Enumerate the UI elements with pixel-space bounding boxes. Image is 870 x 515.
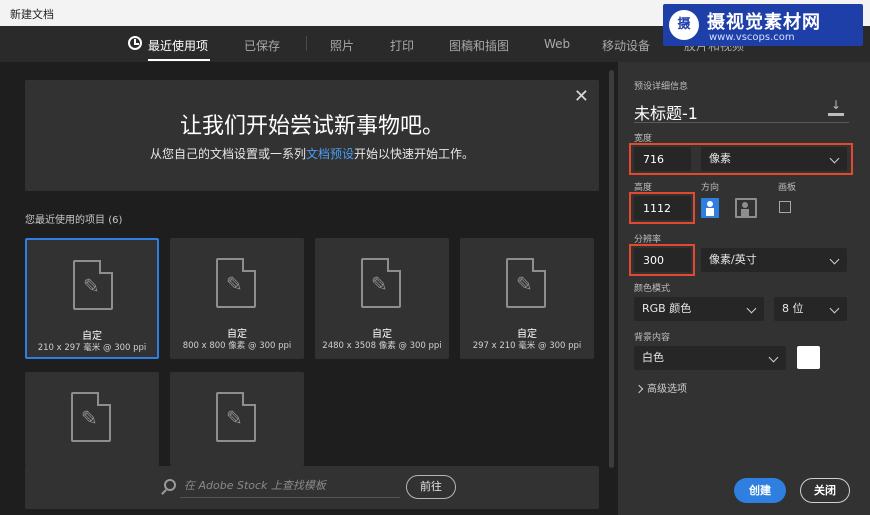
chevron-down-icon bbox=[829, 254, 840, 265]
portrait-icon bbox=[706, 201, 714, 216]
chevron-down-icon bbox=[768, 352, 779, 363]
chevron-down-icon bbox=[829, 303, 840, 314]
create-button[interactable]: 创建 bbox=[734, 478, 786, 503]
highlight-box bbox=[629, 244, 695, 276]
highlight-box bbox=[629, 192, 695, 224]
background-color-swatch[interactable] bbox=[797, 346, 820, 369]
recent-item-card[interactable] bbox=[170, 372, 304, 466]
chevron-down-icon bbox=[746, 303, 757, 314]
go-button[interactable]: 前往 bbox=[406, 475, 456, 499]
recent-item-name: 自定 bbox=[372, 329, 392, 340]
recent-item-size: 297 x 210 毫米 @ 300 ppi bbox=[472, 341, 582, 351]
recent-item-card[interactable]: 自定 2480 x 3508 像素 @ 300 ppi bbox=[315, 238, 449, 359]
welcome-heading: 让我们开始尝试新事物吧。 bbox=[179, 114, 444, 139]
save-preset-icon[interactable] bbox=[828, 98, 844, 116]
tab-print[interactable]: 打印 bbox=[390, 37, 414, 54]
recent-item-card[interactable]: 自定 210 x 297 毫米 @ 300 ppi bbox=[25, 238, 159, 359]
document-icon bbox=[361, 258, 401, 308]
recent-item-card[interactable] bbox=[25, 372, 159, 466]
clock-icon bbox=[128, 36, 142, 50]
window-title: 新建文档 bbox=[10, 8, 54, 21]
recent-item-size: 2480 x 3508 像素 @ 300 ppi bbox=[322, 341, 442, 351]
color-mode-value: RGB 颜色 bbox=[642, 302, 692, 315]
background-select[interactable]: 白色 bbox=[634, 346, 786, 370]
resolution-unit-value: 像素/英寸 bbox=[709, 253, 757, 266]
welcome-subtitle: 从您自己的文档设置或一系列文档预设开始以快速开始工作。 bbox=[25, 145, 599, 162]
watermark-url: www.vscops.com bbox=[709, 32, 795, 43]
tab-web[interactable]: Web bbox=[544, 37, 570, 51]
recent-count: (6) bbox=[108, 215, 123, 226]
document-name[interactable]: 未标题-1 bbox=[634, 100, 698, 124]
welcome-subtitle-text-end: 开始以快速开始工作。 bbox=[354, 147, 475, 161]
artboard-checkbox[interactable] bbox=[779, 201, 791, 213]
close-banner-icon[interactable]: ✕ bbox=[574, 86, 589, 107]
preset-details-label: 预设详细信息 bbox=[634, 82, 689, 92]
bit-depth-select[interactable]: 8 位 bbox=[774, 297, 847, 321]
color-mode-label: 颜色模式 bbox=[634, 284, 671, 294]
document-icon bbox=[73, 260, 113, 310]
recent-item-size: 210 x 297 毫米 @ 300 ppi bbox=[37, 343, 147, 353]
document-icon bbox=[216, 258, 256, 308]
background-value: 白色 bbox=[642, 351, 664, 364]
active-tab-indicator bbox=[148, 59, 210, 61]
welcome-subtitle-text: 从您自己的文档设置或一系列 bbox=[149, 147, 306, 161]
advanced-options-toggle[interactable]: 高级选项 bbox=[634, 380, 687, 395]
watermark: 摄 摄视觉素材网 www.vscops.com bbox=[663, 4, 863, 46]
watermark-logo: 摄 bbox=[669, 10, 699, 40]
advanced-options-label: 高级选项 bbox=[647, 384, 687, 395]
document-presets-link[interactable]: 文档预设 bbox=[306, 147, 354, 161]
highlight-box bbox=[629, 143, 853, 175]
stock-search-input[interactable] bbox=[180, 474, 400, 498]
welcome-banner: 让我们开始尝试新事物吧。 从您自己的文档设置或一系列文档预设开始以快速开始工作。… bbox=[25, 80, 599, 191]
landscape-orientation-button[interactable] bbox=[735, 198, 757, 218]
scrollbar[interactable] bbox=[609, 70, 614, 468]
tab-art-illustration[interactable]: 图稿和插图 bbox=[449, 37, 509, 54]
landscape-icon bbox=[741, 202, 749, 217]
close-button[interactable]: 关闭 bbox=[800, 478, 850, 503]
recent-item-name: 自定 bbox=[227, 329, 247, 340]
chevron-right-icon bbox=[634, 384, 644, 394]
tab-separator bbox=[306, 36, 307, 51]
tab-photo[interactable]: 照片 bbox=[330, 37, 354, 54]
resolution-unit-select[interactable]: 像素/英寸 bbox=[701, 248, 847, 272]
artboard-label: 画板 bbox=[778, 183, 797, 193]
search-icon bbox=[164, 479, 176, 491]
recent-label-text: 您最近使用的项目 bbox=[25, 215, 105, 226]
recent-item-card[interactable]: 自定 297 x 210 毫米 @ 300 ppi bbox=[460, 238, 594, 359]
recent-item-name: 自定 bbox=[517, 329, 537, 340]
document-name-underline bbox=[634, 122, 849, 123]
document-icon bbox=[506, 258, 546, 308]
recent-items-label: 您最近使用的项目 (6) bbox=[25, 211, 122, 226]
bit-depth-value: 8 位 bbox=[782, 302, 804, 315]
watermark-title: 摄视觉素材网 bbox=[707, 12, 821, 33]
tab-mobile[interactable]: 移动设备 bbox=[602, 37, 650, 54]
document-icon bbox=[71, 392, 111, 442]
tab-saved[interactable]: 已保存 bbox=[244, 37, 280, 54]
color-mode-select[interactable]: RGB 颜色 bbox=[634, 297, 764, 321]
recent-item-name: 自定 bbox=[82, 331, 102, 342]
document-icon bbox=[216, 392, 256, 442]
orientation-label: 方向 bbox=[701, 183, 720, 193]
portrait-orientation-button[interactable] bbox=[701, 198, 719, 218]
background-label: 背景内容 bbox=[634, 333, 671, 343]
recent-item-size: 800 x 800 像素 @ 300 ppi bbox=[182, 341, 292, 351]
tab-recent[interactable]: 最近使用项 bbox=[148, 37, 208, 54]
recent-item-card[interactable]: 自定 800 x 800 像素 @ 300 ppi bbox=[170, 238, 304, 359]
